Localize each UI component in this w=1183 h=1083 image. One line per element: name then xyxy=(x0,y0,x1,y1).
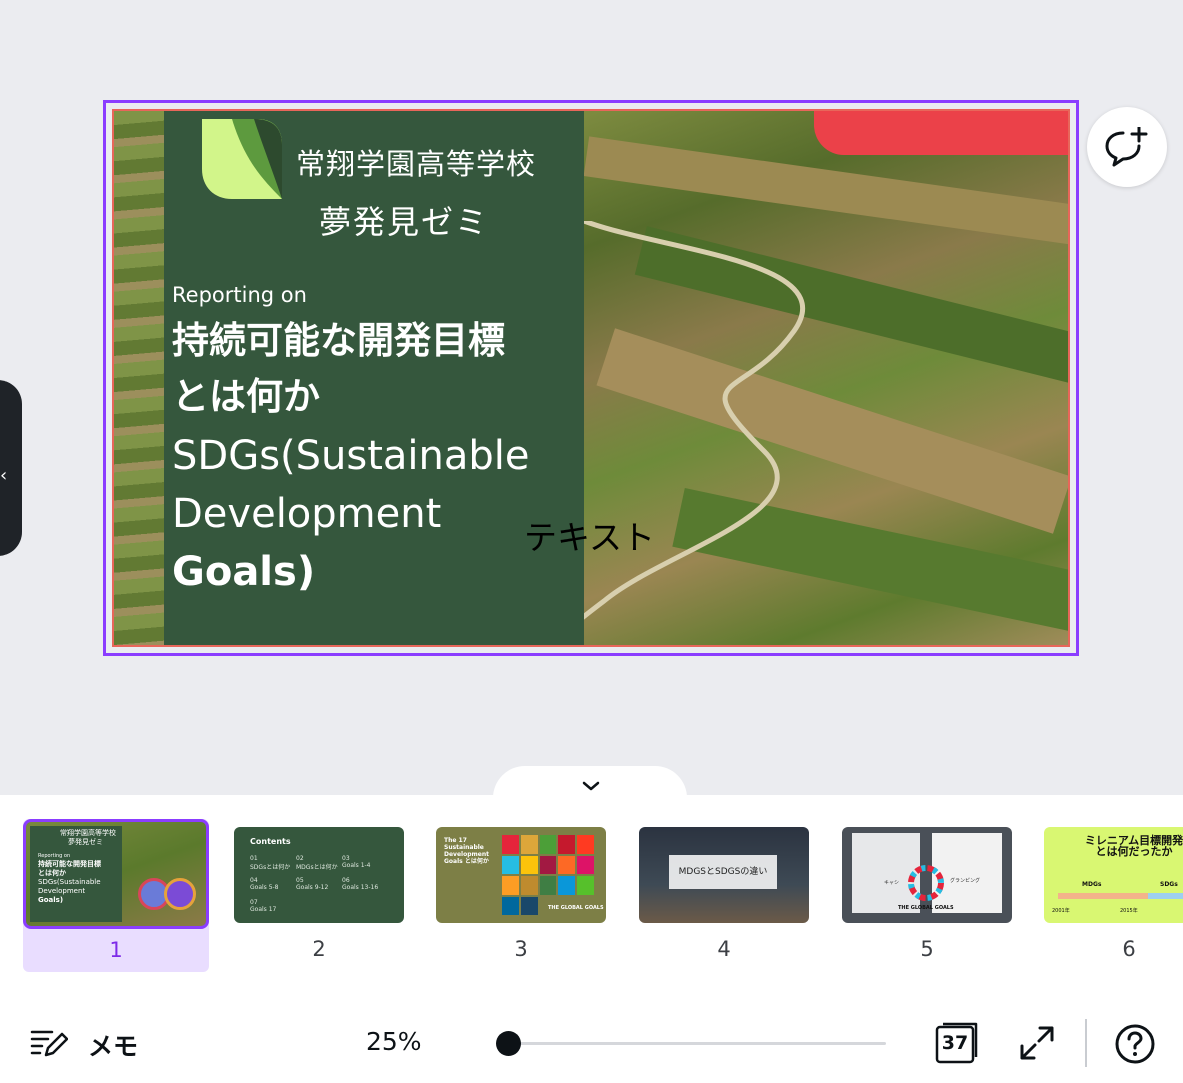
thumbnail-text: The 17 Sustainable Development Goals とは何… xyxy=(444,837,489,865)
sdg-goal-grid xyxy=(502,835,594,915)
page-thumbnail-1[interactable]: 常翔学園高等学校 夢発見ゼミ Reporting on 持続可能な開発目標 とは… xyxy=(23,819,209,972)
timeline-bar xyxy=(1148,893,1183,899)
notes-pencil-icon[interactable] xyxy=(30,1027,68,1059)
thumbnail-text: 夢発見ゼミ xyxy=(68,838,103,846)
thumbnail-text: 持続可能な開発目標 xyxy=(38,860,101,868)
zoom-level[interactable]: 25% xyxy=(366,1027,422,1056)
zoom-slider-track[interactable] xyxy=(496,1042,886,1045)
thumbnail-text: MDGsとは何か xyxy=(296,864,338,871)
page-number: 5 xyxy=(920,937,934,961)
field-image-edge xyxy=(114,111,164,645)
thumbnail-text: とは何か xyxy=(38,869,66,877)
page-number: 6 xyxy=(1122,937,1136,961)
page-thumbnail-6[interactable]: ミレニアム目標開発とは何だったか MDGs SDGs 2001年 2015年 6 xyxy=(1036,819,1183,972)
reporting-label[interactable]: Reporting on xyxy=(172,283,307,307)
sdgs-title-line: SDGs(Sustainable xyxy=(172,433,530,479)
chevron-down-icon[interactable] xyxy=(581,778,601,794)
expand-arrows-icon[interactable] xyxy=(1018,1024,1056,1062)
sdgs-title[interactable]: SDGs(Sustainable Development Goals) xyxy=(172,427,572,601)
page-number: 3 xyxy=(514,937,528,961)
text-box[interactable]: テキスト xyxy=(524,511,655,559)
thumbnail-text: Goals 1-4 xyxy=(342,862,371,869)
page-thumbnail-5[interactable]: キャシ グランピング THE GLOBAL GOALS 5 xyxy=(834,819,1020,972)
slide-content[interactable]: 常翔学園高等学校 夢発見ゼミ Reporting on 持続可能な開発目標 とは… xyxy=(112,109,1070,647)
thumbnail-text: Goals) xyxy=(38,896,64,904)
page-number: 4 xyxy=(717,937,731,961)
add-comment-button[interactable] xyxy=(1087,107,1167,187)
thumbnail-text: MDGs xyxy=(1082,881,1102,888)
thumbnail-text: 2015年 xyxy=(1120,908,1138,914)
thumbnail-preview[interactable]: 常翔学園高等学校 夢発見ゼミ Reporting on 持続可能な開発目標 とは… xyxy=(23,819,209,929)
editor-canvas: 常翔学園高等学校 夢発見ゼミ Reporting on 持続可能な開発目標 とは… xyxy=(0,0,1183,795)
seminar-name[interactable]: 夢発見ゼミ xyxy=(319,197,489,243)
page-number: 2 xyxy=(312,937,326,961)
thumbnail-text: Goals 9-12 xyxy=(296,884,329,891)
thumbnail-text: THE GLOBAL GOALS xyxy=(898,905,954,911)
thumbnail-text: 常翔学園高等学校 xyxy=(60,829,116,837)
notes-button[interactable]: メモ xyxy=(88,1027,138,1063)
thumbnail-text: Goals 17 xyxy=(250,906,277,913)
thumbnail-text: 01 xyxy=(250,855,258,862)
thumbnail-preview[interactable]: Contents 01 SDGsとは何か 02 MDGsとは何か 03 Goal… xyxy=(234,827,404,923)
thumbnail-text: 06 xyxy=(342,877,350,884)
thumbnail-text: 03 xyxy=(342,855,350,862)
thumbnail-text: ミレニアム目標開発とは何だったか xyxy=(1084,834,1183,858)
zoom-slider-handle[interactable] xyxy=(495,1031,521,1056)
page-thumbnail-3[interactable]: The 17 Sustainable Development Goals とは何… xyxy=(428,819,614,972)
thumbnail-title-panel: 常翔学園高等学校 夢発見ゼミ Reporting on 持続可能な開発目標 とは… xyxy=(30,826,122,922)
leaf-logo-icon xyxy=(202,119,282,199)
thumbnail-text: キャシ xyxy=(884,880,900,886)
thumbnail-text: MDGSとSDGSの違い xyxy=(669,855,777,889)
toolbar-divider xyxy=(1085,1019,1087,1067)
thumbnail-text: Contents xyxy=(250,837,291,846)
sdgs-title-bold: Goals) xyxy=(172,549,316,595)
slide-title-line: とは何か xyxy=(172,375,320,418)
red-highlight-shape[interactable] xyxy=(814,111,1068,155)
thumbnail-text: Reporting on xyxy=(38,853,71,859)
thumbnail-text: SDGs xyxy=(1160,881,1178,888)
thumbnail-preview[interactable]: The 17 Sustainable Development Goals とは何… xyxy=(436,827,606,923)
thumbnail-text: グランピング xyxy=(950,878,981,884)
thumbnail-text: 05 xyxy=(296,877,304,884)
page-count[interactable]: 37 xyxy=(936,1024,974,1062)
sdgs-title-line: Goals) xyxy=(172,543,572,601)
thumbnail-text: 07 xyxy=(250,899,258,906)
comment-plus-icon xyxy=(1105,127,1148,167)
selected-slide[interactable]: 常翔学園高等学校 夢発見ゼミ Reporting on 持続可能な開発目標 とは… xyxy=(103,100,1079,656)
question-circle-icon[interactable] xyxy=(1114,1023,1156,1065)
thumbnail-text: Goals 13-16 xyxy=(342,884,379,891)
page-thumbnail-4[interactable]: MDGSとSDGSの違い 4 xyxy=(631,819,817,972)
page-number: 1 xyxy=(109,938,123,962)
slide-title-line: 持続可能な開発目標 xyxy=(172,319,505,362)
page-thumbnail-2[interactable]: Contents 01 SDGsとは何か 02 MDGsとは何か 03 Goal… xyxy=(226,819,412,972)
thumbnail-text: THE GLOBAL GOALS xyxy=(548,905,604,911)
thumbnail-text: SDGsとは何か xyxy=(250,864,291,871)
thumbnail-text: Development xyxy=(38,887,86,895)
collaborator-avatar[interactable] xyxy=(164,878,196,910)
thumbnail-preview[interactable]: ミレニアム目標開発とは何だったか MDGs SDGs 2001年 2015年 xyxy=(1044,827,1183,923)
thumbnail-text: Goals 5-8 xyxy=(250,884,279,891)
thumbnail-text: 02 xyxy=(296,855,304,862)
sdg-wheel-icon xyxy=(908,865,944,901)
thumbnail-text: 04 xyxy=(250,877,258,884)
school-name[interactable]: 常翔学園高等学校 xyxy=(296,141,536,183)
sdgs-title-line: Development xyxy=(172,491,442,537)
thumbnail-preview[interactable]: MDGSとSDGSの違い xyxy=(639,827,809,923)
field-road xyxy=(544,221,806,645)
thumbnail-preview[interactable]: キャシ グランピング THE GLOBAL GOALS xyxy=(842,827,1012,923)
thumbnail-text: 2001年 xyxy=(1052,908,1070,914)
thumbnail-text: SDGs(Sustainable xyxy=(38,878,101,886)
slide-title[interactable]: 持続可能な開発目標 とは何か xyxy=(172,313,572,425)
chevron-left-icon[interactable]: ‹ xyxy=(0,466,14,486)
timeline-bar xyxy=(1058,893,1148,899)
